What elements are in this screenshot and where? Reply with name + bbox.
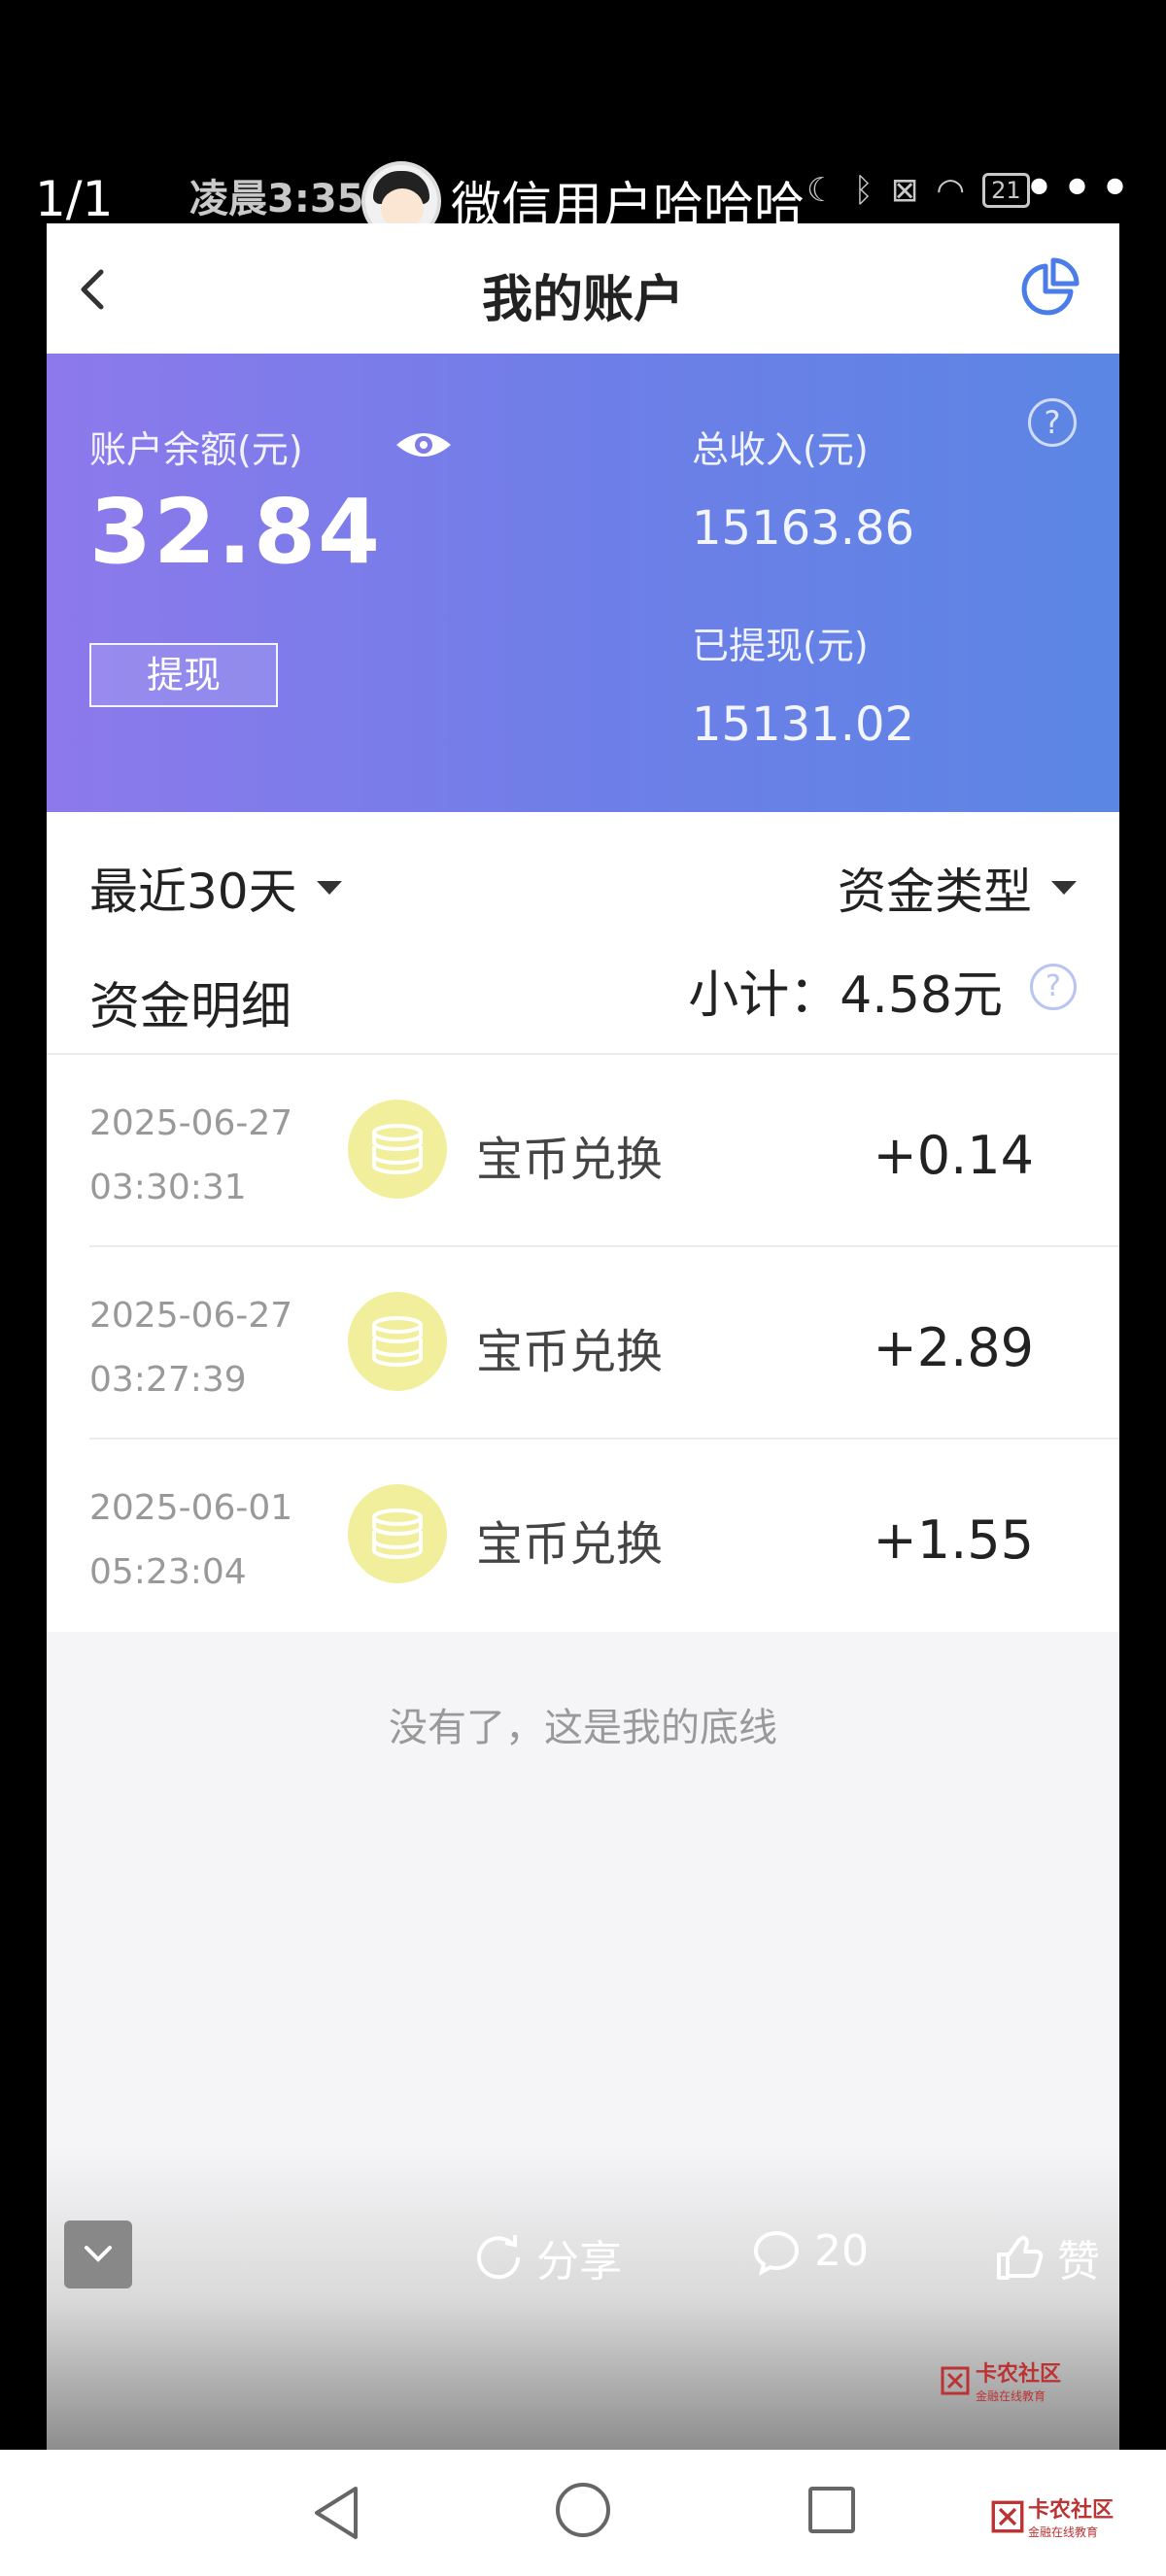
chevron-down-icon xyxy=(85,2246,112,2262)
comment-icon xyxy=(753,2230,800,2276)
list-item[interactable]: 2025-06-01 05:23:04 宝币兑换 +1.55 xyxy=(89,1440,1119,1632)
help-icon[interactable]: ? xyxy=(1028,398,1077,447)
balance-amount: 32.84 xyxy=(89,480,383,584)
details-title: 资金明细 xyxy=(89,978,292,1036)
watermark-subtext: 金融在线教育 xyxy=(1028,2525,1099,2539)
share-button[interactable]: 分享 xyxy=(474,2226,622,2288)
comment-button[interactable]: 20 xyxy=(752,2226,869,2276)
watermark: 卡农社区 金融在线教育 xyxy=(941,2356,1061,2404)
transaction-date: 2025-06-27 xyxy=(89,1296,293,1336)
coin-stack-icon xyxy=(348,1100,447,1199)
transaction-date: 2025-06-01 xyxy=(89,1488,293,1528)
watermark-text: 卡农社区 xyxy=(976,2362,1062,2387)
subtotal: 小计：4.58元 xyxy=(688,966,1003,1025)
watermark-logo-icon xyxy=(941,2366,970,2394)
nav-back-icon[interactable] xyxy=(311,2485,361,2541)
image-viewer-topbar: 1/1 凌晨3:35 微信用户哈哈哈 ☾ ᛒ ⊠ ◠ 21 ••• xyxy=(0,0,1166,241)
status-icons: ☾ ᛒ ⊠ ◠ 21 xyxy=(806,171,1030,210)
transaction-datetime: 2025-06-27 03:27:39 xyxy=(89,1284,292,1412)
list-item[interactable]: 2025-06-27 03:27:39 宝币兑换 +2.89 xyxy=(89,1247,1119,1440)
nav-home-icon[interactable] xyxy=(556,2483,610,2537)
fund-type-filter-label: 资金类型 xyxy=(838,864,1032,920)
withdrawn-value: 15131.02 xyxy=(692,697,915,752)
share-label: 分享 xyxy=(536,2237,622,2287)
transaction-time: 03:27:39 xyxy=(89,1360,247,1400)
transaction-name: 宝币兑换 xyxy=(476,1325,664,1379)
list-item[interactable]: 2025-06-27 03:30:31 宝币兑换 +0.14 xyxy=(89,1055,1119,1247)
nav-recent-apps-icon[interactable] xyxy=(808,2487,855,2533)
total-income-label: 总收入(元) xyxy=(692,428,869,471)
period-filter-label: 最近30天 xyxy=(89,864,297,920)
coin-stack-icon xyxy=(348,1484,447,1583)
transaction-amount: +2.89 xyxy=(873,1317,1034,1378)
bluetooth-icon: ᛒ xyxy=(853,171,874,210)
comment-count: 20 xyxy=(814,2226,869,2276)
watermark: 卡农社区 金融在线教育 xyxy=(991,2492,1114,2540)
caret-down-icon xyxy=(1051,881,1077,895)
transaction-name: 宝币兑换 xyxy=(476,1133,664,1187)
watermark-text: 卡农社区 xyxy=(1028,2498,1115,2523)
app-header: 我的账户 xyxy=(47,223,1119,354)
pie-chart-icon[interactable] xyxy=(1016,256,1080,321)
sim-icon: ⊠ xyxy=(890,171,919,210)
like-button[interactable]: 赞 xyxy=(995,2226,1100,2288)
collapse-button[interactable] xyxy=(64,2220,132,2288)
page-title: 我的账户 xyxy=(481,271,684,329)
system-nav-bar: 卡农社区 金融在线教育 xyxy=(0,2450,1166,2576)
caret-down-icon xyxy=(316,881,342,895)
account-screen: 我的账户 账户余额(元) 32.84 提现 总收入(元) 15163.86 已提… xyxy=(47,223,1119,2450)
transaction-date: 2025-06-27 xyxy=(89,1103,293,1143)
period-filter[interactable]: 最近30天 xyxy=(89,853,342,923)
transaction-datetime: 2025-06-01 05:23:04 xyxy=(89,1476,292,1605)
transaction-time: 03:30:31 xyxy=(89,1168,247,1207)
end-of-list-text: 没有了，这是我的底线 xyxy=(389,1706,777,1750)
wifi-icon: ◠ xyxy=(936,171,966,210)
transaction-datetime: 2025-06-27 03:30:31 xyxy=(89,1092,292,1220)
transaction-time: 05:23:04 xyxy=(89,1552,247,1592)
withdraw-button[interactable]: 提现 xyxy=(89,643,278,707)
status-time: 凌晨3:35 xyxy=(189,177,364,221)
eye-icon[interactable] xyxy=(394,427,453,462)
total-income-value: 15163.86 xyxy=(692,501,915,556)
watermark-logo-icon xyxy=(991,2500,1024,2532)
transaction-amount: +0.14 xyxy=(873,1125,1034,1186)
fund-type-filter[interactable]: 资金类型 xyxy=(838,853,1077,923)
balance-label: 账户余额(元) xyxy=(89,428,303,471)
more-options-icon[interactable]: ••• xyxy=(1023,162,1137,217)
details-header: 资金明细 小计：4.58元 ? xyxy=(47,919,1119,1055)
moon-icon: ☾ xyxy=(806,171,837,210)
page-counter: 1/1 xyxy=(35,171,114,227)
transaction-list: 2025-06-27 03:30:31 宝币兑换 +0.14 2025-06-2… xyxy=(47,1055,1119,1632)
like-label: 赞 xyxy=(1057,2237,1100,2287)
transaction-amount: +1.55 xyxy=(873,1509,1034,1571)
transaction-name: 宝币兑换 xyxy=(476,1517,664,1572)
help-icon[interactable]: ? xyxy=(1030,964,1077,1010)
share-icon xyxy=(477,2235,521,2280)
watermark-subtext: 金融在线教育 xyxy=(976,2390,1046,2403)
coin-stack-icon xyxy=(348,1292,447,1391)
action-bar-backdrop xyxy=(47,2147,1119,2450)
withdrawn-label: 已提现(元) xyxy=(692,625,869,667)
balance-card: 账户余额(元) 32.84 提现 总收入(元) 15163.86 已提现(元) … xyxy=(47,354,1119,812)
thumbs-up-icon xyxy=(997,2235,1044,2280)
